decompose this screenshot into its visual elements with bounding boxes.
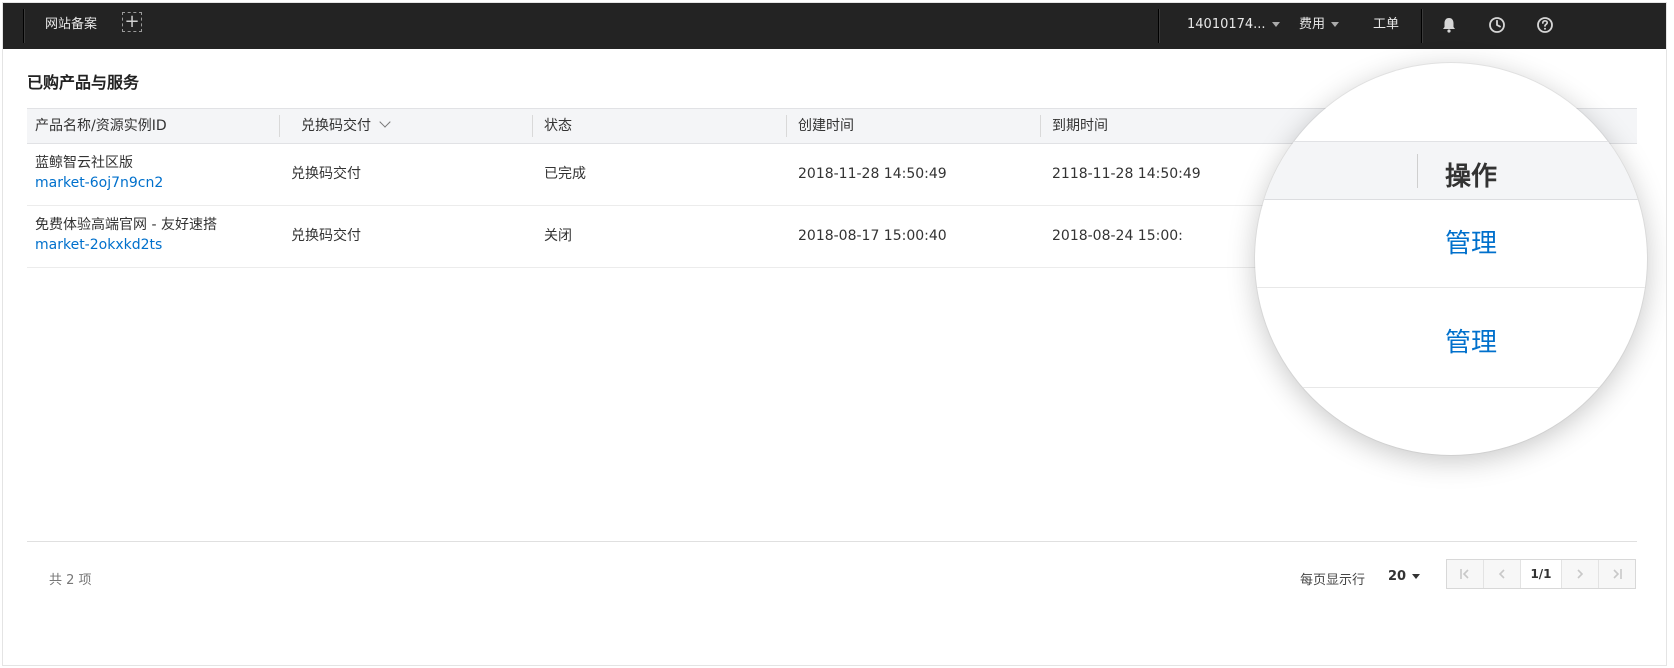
delivery-cell: 兑换码交付 (291, 228, 361, 244)
current-page: 1/1 (1521, 560, 1562, 588)
billing-label: 费用 (1299, 17, 1326, 32)
first-page-icon (1460, 569, 1469, 579)
last-page-icon (1613, 569, 1622, 579)
created-cell: 2018-11-28 14:50:49 (798, 166, 947, 182)
page-frame: 网站备案 + 14010174... 费用 工单 已购产品与服务 产品名称/资源… (2, 2, 1667, 666)
pagination-controls: 1/1 (1446, 559, 1636, 589)
product-name: 免费体验高端官网 - 友好速搭 (35, 217, 217, 233)
billing-menu[interactable]: 费用 (1299, 16, 1340, 34)
magnified-header: 操作 (1255, 141, 1647, 200)
total-count: 共 2 项 (49, 573, 92, 588)
per-page-value: 20 (1388, 569, 1407, 584)
row-divider (1255, 387, 1647, 388)
column-divider (532, 115, 533, 137)
navbar-divider (23, 9, 25, 43)
manage-link[interactable]: 管理 (1445, 322, 1497, 359)
status-cell: 已完成 (544, 166, 586, 182)
top-navbar: 网站备案 + 14010174... 费用 工单 (3, 3, 1666, 49)
chevron-left-icon (1498, 569, 1505, 579)
manage-link[interactable]: 管理 (1445, 223, 1497, 260)
navbar-divider (1158, 9, 1160, 43)
per-page-select[interactable]: 20 (1388, 569, 1421, 584)
column-divider (1040, 115, 1041, 137)
chevron-down-icon (1271, 22, 1280, 27)
chevron-right-icon (1577, 569, 1584, 579)
first-page-button[interactable] (1447, 560, 1484, 588)
bell-icon[interactable] (1439, 15, 1459, 35)
col-header-delivery-filter[interactable]: 兑换码交付 (301, 116, 391, 135)
page-title: 已购产品与服务 (27, 73, 140, 92)
add-shortcut-icon[interactable]: + (122, 12, 142, 32)
col-header-created: 创建时间 (798, 118, 854, 134)
expires-cell: 2018-08-24 15:00: (1052, 228, 1183, 244)
column-divider (279, 115, 280, 137)
clock-icon[interactable] (1487, 15, 1507, 35)
chevron-down-icon (1412, 574, 1421, 579)
table-footer-divider (27, 541, 1637, 542)
instance-id-link[interactable]: market-6oj7n9cn2 (35, 173, 163, 193)
next-page-button[interactable] (1562, 560, 1599, 588)
navbar-divider (1421, 9, 1423, 43)
row-divider (1255, 287, 1647, 288)
expires-cell: 2118-11-28 14:50:49 (1052, 166, 1201, 182)
created-cell: 2018-08-17 15:00:40 (798, 228, 947, 244)
col-header-actions: 操作 (1445, 162, 1498, 192)
column-divider (786, 115, 787, 137)
magnifier-callout: 操作 管理 管理 (1255, 63, 1647, 455)
chevron-down-icon (379, 116, 391, 128)
instance-id-link[interactable]: market-2okxkd2ts (35, 235, 162, 255)
per-page-label: 每页显示行 (1300, 573, 1366, 588)
account-menu[interactable]: 14010174... (1187, 16, 1280, 34)
col-header-name: 产品名称/资源实例ID (35, 118, 167, 134)
help-icon[interactable] (1535, 15, 1555, 35)
account-label: 14010174... (1187, 17, 1266, 32)
column-divider (1417, 154, 1418, 188)
nav-site-filing[interactable]: 网站备案 (45, 16, 97, 34)
product-name: 蓝鲸智云社区版 (35, 155, 133, 171)
delivery-cell: 兑换码交付 (291, 166, 361, 182)
status-cell: 关闭 (544, 228, 572, 244)
last-page-button[interactable] (1599, 560, 1635, 588)
col-header-delivery: 兑换码交付 (301, 118, 371, 134)
ticket-link[interactable]: 工单 (1373, 16, 1399, 34)
col-header-status: 状态 (544, 118, 572, 134)
prev-page-button[interactable] (1484, 560, 1521, 588)
chevron-down-icon (1331, 22, 1340, 27)
col-header-expires: 到期时间 (1052, 118, 1108, 134)
